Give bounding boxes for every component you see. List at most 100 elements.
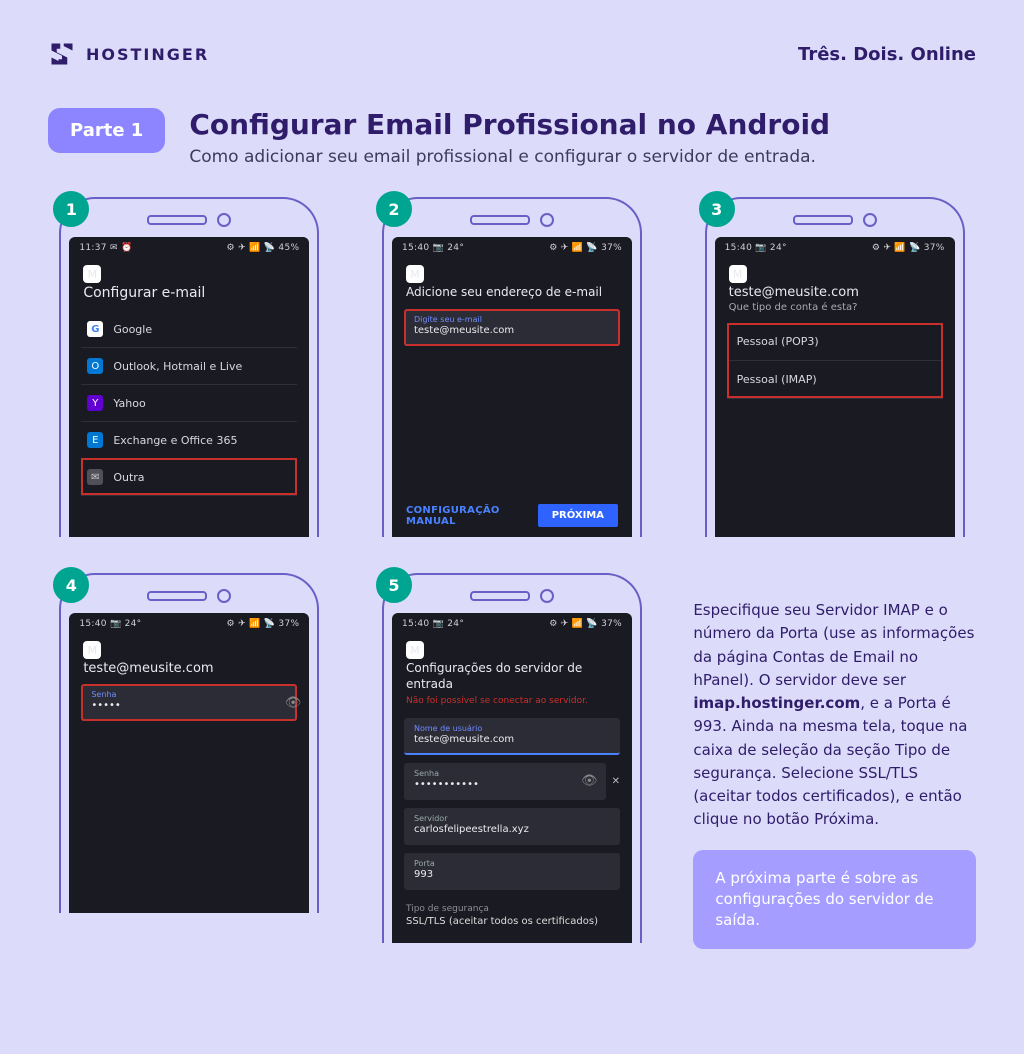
account-type-list: Pessoal (POP3) Pessoal (IMAP) bbox=[727, 323, 943, 398]
server-field[interactable]: Servidor carlosfelipeestrella.xyz bbox=[404, 808, 620, 845]
field-label: Senha bbox=[414, 769, 596, 778]
phone-frame: 15:40 📷 24° ⚙ ✈ 📶 📡 37% M teste@meusite.… bbox=[59, 573, 319, 913]
phone-screen: 11:37 ✉ ⏰ ⚙ ✈ 📶 📡 45% M Configurar e-mai… bbox=[69, 237, 309, 537]
status-bar: 15:40 📷 24° ⚙ ✈ 📶 📡 37% bbox=[392, 613, 632, 631]
step-number-badge: 5 bbox=[376, 567, 412, 603]
field-value: 993 bbox=[414, 868, 610, 880]
step-number-badge: 2 bbox=[376, 191, 412, 227]
infographic-page: HOSTINGER Três. Dois. Online Parte 1 Con… bbox=[0, 0, 1024, 1054]
explanation-block: Especifique seu Servidor IMAP e o número… bbox=[693, 573, 976, 949]
provider-row[interactable]: YYahoo bbox=[81, 384, 297, 421]
page-title: Configurar Email Profissional no Android bbox=[189, 108, 830, 141]
port-field[interactable]: Porta 993 bbox=[404, 853, 620, 890]
phone-notch bbox=[69, 583, 309, 613]
phone-notch bbox=[69, 207, 309, 237]
status-bar: 15:40 📷 24° ⚙ ✈ 📶 📡 37% bbox=[392, 237, 632, 255]
explanation-text: Especifique seu Servidor IMAP e o número… bbox=[693, 599, 976, 832]
gmail-icon: M bbox=[83, 641, 101, 659]
phone-screen: 15:40 📷 24° ⚙ ✈ 📶 📡 37% M teste@meusite.… bbox=[69, 613, 309, 913]
field-value: carlosfelipeestrella.xyz bbox=[414, 823, 610, 835]
email-field[interactable]: Digite seu e-mail teste@meusite.com bbox=[404, 309, 620, 346]
step-5: 5 15:40 📷 24° ⚙ ✈ 📶 📡 37% M Configuraçõe… bbox=[371, 573, 654, 949]
status-bar: 15:40 📷 24° ⚙ ✈ 📶 📡 37% bbox=[715, 237, 955, 255]
phone-frame: 11:37 ✉ ⏰ ⚙ ✈ 📶 📡 45% M Configurar e-mai… bbox=[59, 197, 319, 537]
step-4: 4 15:40 📷 24° ⚙ ✈ 📶 📡 37% M teste@meusit… bbox=[48, 573, 331, 949]
phone-mock: 4 15:40 📷 24° ⚙ ✈ 📶 📡 37% M teste@meusit… bbox=[59, 573, 319, 913]
screen-title: teste@meusite.com bbox=[715, 285, 955, 300]
field-value: teste@meusite.com bbox=[414, 324, 610, 336]
gmail-header: M bbox=[392, 631, 632, 661]
step-2: 2 15:40 📷 24° ⚙ ✈ 📶 📡 37% M Adicione seu… bbox=[371, 197, 654, 537]
status-bar: 15:40 📷 24° ⚙ ✈ 📶 📡 37% bbox=[69, 613, 309, 631]
phone-mock: 1 11:37 ✉ ⏰ ⚙ ✈ 📶 📡 45% M Configurar e-m… bbox=[59, 197, 319, 537]
phone-frame: 15:40 📷 24° ⚙ ✈ 📶 📡 37% M Configurações … bbox=[382, 573, 642, 943]
gmail-header: M bbox=[392, 255, 632, 285]
phone-notch bbox=[392, 583, 632, 613]
phone-screen: 15:40 📷 24° ⚙ ✈ 📶 📡 37% M teste@meusite.… bbox=[715, 237, 955, 537]
manual-config-link[interactable]: CONFIGURAÇÃO MANUAL bbox=[406, 505, 538, 527]
screen-subtitle: Que tipo de conta é esta? bbox=[715, 300, 955, 323]
provider-list: GGoogle OOutlook, Hotmail e Live YYahoo … bbox=[69, 307, 309, 501]
page-subtitle: Como adicionar seu email profissional e … bbox=[189, 147, 830, 167]
password-field[interactable]: Senha ••••••••••• 👁 bbox=[404, 763, 606, 800]
phone-notch bbox=[392, 207, 632, 237]
brand-slogan: Três. Dois. Online bbox=[798, 44, 976, 65]
phone-mock: 3 15:40 📷 24° ⚙ ✈ 📶 📡 37% M teste@meusit… bbox=[705, 197, 965, 537]
phone-frame: 15:40 📷 24° ⚙ ✈ 📶 📡 37% M teste@meusite.… bbox=[705, 197, 965, 537]
part-badge: Parte 1 bbox=[48, 108, 165, 153]
gmail-header: M bbox=[69, 631, 309, 661]
provider-row-other[interactable]: ✉Outra bbox=[81, 458, 297, 495]
next-button[interactable]: PRÓXIMA bbox=[538, 504, 618, 527]
field-value: ••••••••••• bbox=[414, 778, 596, 790]
security-type-value[interactable]: SSL/TLS (aceitar todos os certificados) bbox=[392, 914, 632, 927]
error-text: Não foi possível se conectar ao servidor… bbox=[392, 696, 632, 710]
password-field[interactable]: Senha ••••• bbox=[81, 684, 297, 721]
gmail-icon: M bbox=[729, 265, 747, 283]
eye-icon[interactable]: 👁 bbox=[581, 773, 598, 788]
phone-notch bbox=[715, 207, 955, 237]
gmail-icon: M bbox=[83, 265, 101, 283]
field-label: Nome de usuário bbox=[414, 724, 610, 733]
eye-icon[interactable]: 👁 bbox=[285, 695, 302, 710]
field-value: teste@meusite.com bbox=[414, 733, 610, 745]
screen-title: Configurações do servidor de entrada bbox=[392, 661, 632, 696]
field-label: Digite seu e-mail bbox=[414, 315, 610, 324]
account-type-imap[interactable]: Pessoal (IMAP) bbox=[727, 360, 943, 398]
brand-name: HOSTINGER bbox=[86, 45, 209, 64]
gmail-header: M bbox=[715, 255, 955, 285]
step-3: 3 15:40 📷 24° ⚙ ✈ 📶 📡 37% M teste@meusit… bbox=[693, 197, 976, 537]
field-label: Porta bbox=[414, 859, 610, 868]
page-header: Parte 1 Configurar Email Profissional no… bbox=[48, 108, 976, 167]
phone-mock: 5 15:40 📷 24° ⚙ ✈ 📶 📡 37% M Configuraçõe… bbox=[382, 573, 642, 943]
field-value: ••••• bbox=[91, 699, 267, 711]
logo-icon bbox=[48, 40, 76, 68]
step-1: 1 11:37 ✉ ⏰ ⚙ ✈ 📶 📡 45% M Configurar e-m… bbox=[48, 197, 331, 537]
security-type-label: Tipo de segurança bbox=[392, 898, 632, 914]
phone-screen: 15:40 📷 24° ⚙ ✈ 📶 📡 37% M Configurações … bbox=[392, 613, 632, 943]
field-label: Senha bbox=[91, 690, 267, 699]
steps-grid: 1 11:37 ✉ ⏰ ⚙ ✈ 📶 📡 45% M Configurar e-m… bbox=[48, 197, 976, 949]
phone-mock: 2 15:40 📷 24° ⚙ ✈ 📶 📡 37% M Adicione seu… bbox=[382, 197, 642, 537]
provider-row[interactable]: OOutlook, Hotmail e Live bbox=[81, 347, 297, 384]
screen-title: teste@meusite.com bbox=[69, 661, 309, 684]
clear-icon[interactable]: ✕ bbox=[612, 776, 620, 787]
status-bar: 11:37 ✉ ⏰ ⚙ ✈ 📶 📡 45% bbox=[69, 237, 309, 255]
title-block: Configurar Email Profissional no Android… bbox=[189, 108, 830, 167]
provider-row[interactable]: EExchange e Office 365 bbox=[81, 421, 297, 458]
top-bar: HOSTINGER Três. Dois. Online bbox=[48, 40, 976, 68]
step-number-badge: 3 bbox=[699, 191, 735, 227]
phone-frame: 15:40 📷 24° ⚙ ✈ 📶 📡 37% M Adicione seu e… bbox=[382, 197, 642, 537]
phone-screen: 15:40 📷 24° ⚙ ✈ 📶 📡 37% M Adicione seu e… bbox=[392, 237, 632, 537]
field-label: Servidor bbox=[414, 814, 610, 823]
brand-logo: HOSTINGER bbox=[48, 40, 209, 68]
screen-title: Configurar e-mail bbox=[69, 285, 309, 307]
gmail-header: M bbox=[69, 255, 309, 285]
button-bar: CONFIGURAÇÃO MANUAL PRÓXIMA bbox=[392, 494, 632, 537]
screen-title: Adicione seu endereço de e-mail bbox=[392, 285, 632, 305]
next-part-callout: A próxima parte é sobre as configurações… bbox=[693, 850, 976, 949]
gmail-icon: M bbox=[406, 641, 424, 659]
username-field[interactable]: Nome de usuário teste@meusite.com bbox=[404, 718, 620, 755]
provider-row[interactable]: GGoogle bbox=[81, 311, 297, 347]
account-type-pop3[interactable]: Pessoal (POP3) bbox=[727, 323, 943, 360]
gmail-icon: M bbox=[406, 265, 424, 283]
